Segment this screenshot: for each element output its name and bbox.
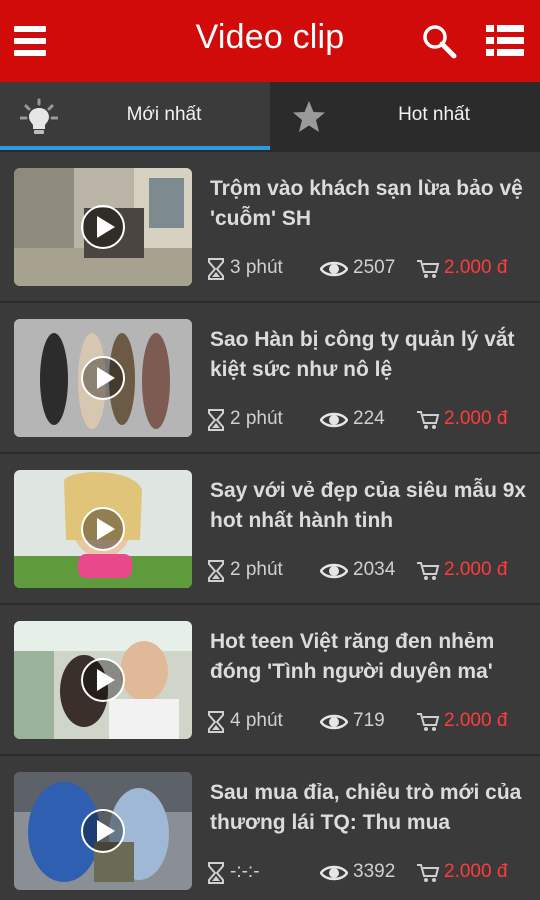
tab-bar: Mới nhất Hot nhất [0,82,540,150]
hourglass-icon [208,560,224,582]
app-header: Video clip [0,0,540,82]
cart-icon [417,713,440,731]
video-meta: 4 phút 719 2.000 đ [208,709,538,735]
play-icon [81,205,125,249]
video-title: Sau mua đỉa, chiêu trò mới của thương lá… [210,781,522,834]
hourglass-icon [208,862,224,884]
video-views: 224 [353,408,385,429]
video-price: 2.000 đ [444,710,508,731]
video-price: 2.000 đ [444,257,508,278]
list-icon[interactable] [486,24,524,58]
cart-icon [417,260,440,278]
video-price: 2.000 đ [444,559,508,580]
eye-icon [320,563,348,579]
video-duration: 4 phút [230,710,283,731]
video-meta: -:-:- 3392 2.000 đ [208,860,538,886]
video-duration: -:-:- [230,861,260,882]
hourglass-icon [208,258,224,280]
video-title: Hot teen Việt răng đen nhẻm đóng 'Tình n… [210,630,495,683]
play-icon [81,658,125,702]
video-title: Say với vẻ đẹp của siêu mẫu 9x hot nhất … [210,479,527,532]
video-meta: 3 phút 2507 2.000 đ [208,256,538,282]
video-meta: 2 phút 2034 2.000 đ [208,558,538,584]
video-thumbnail[interactable] [14,319,192,437]
video-thumbnail[interactable] [14,772,192,890]
tab-newest[interactable]: Mới nhất [0,82,270,150]
tab-hottest-label: Hot nhất [398,104,470,125]
cart-icon [417,864,440,882]
lightbulb-icon [19,98,59,136]
video-price: 2.000 đ [444,408,508,429]
eye-icon [320,412,348,428]
star-icon [290,98,328,136]
eye-icon [320,261,348,277]
cart-icon [417,562,440,580]
video-duration: 3 phút [230,257,283,278]
video-thumbnail[interactable] [14,621,192,739]
hourglass-icon [208,409,224,431]
video-views: 2034 [353,559,396,580]
video-thumbnail[interactable] [14,168,192,286]
search-icon[interactable] [420,22,458,60]
video-thumbnail[interactable] [14,470,192,588]
play-icon [81,809,125,853]
cart-icon [417,411,440,429]
video-title: Trộm vào khách sạn lừa bảo vệ 'cuỗm' SH [210,177,523,230]
tab-hottest[interactable]: Hot nhất [270,82,540,150]
video-item[interactable]: Sao Hàn bị công ty quản lý vắt kiệt sức … [0,303,540,454]
video-meta: 2 phút 224 2.000 đ [208,407,538,433]
video-duration: 2 phút [230,408,283,429]
video-item[interactable]: Hot teen Việt răng đen nhẻm đóng 'Tình n… [0,605,540,756]
video-views: 719 [353,710,385,731]
tab-newest-label: Mới nhất [126,104,202,125]
video-item[interactable]: Trộm vào khách sạn lừa bảo vệ 'cuỗm' SH … [0,152,540,303]
video-views: 2507 [353,257,396,278]
video-title: Sao Hàn bị công ty quản lý vắt kiệt sức … [210,328,515,381]
eye-icon [320,714,348,730]
video-duration: 2 phút [230,559,283,580]
video-item[interactable]: Say với vẻ đẹp của siêu mẫu 9x hot nhất … [0,454,540,605]
video-item[interactable]: Sau mua đỉa, chiêu trò mới của thương lá… [0,756,540,900]
video-views: 3392 [353,861,396,882]
page-title: Video clip [195,18,345,56]
play-icon [81,507,125,551]
play-icon [81,356,125,400]
hourglass-icon [208,711,224,733]
video-price: 2.000 đ [444,861,508,882]
eye-icon [320,865,348,881]
